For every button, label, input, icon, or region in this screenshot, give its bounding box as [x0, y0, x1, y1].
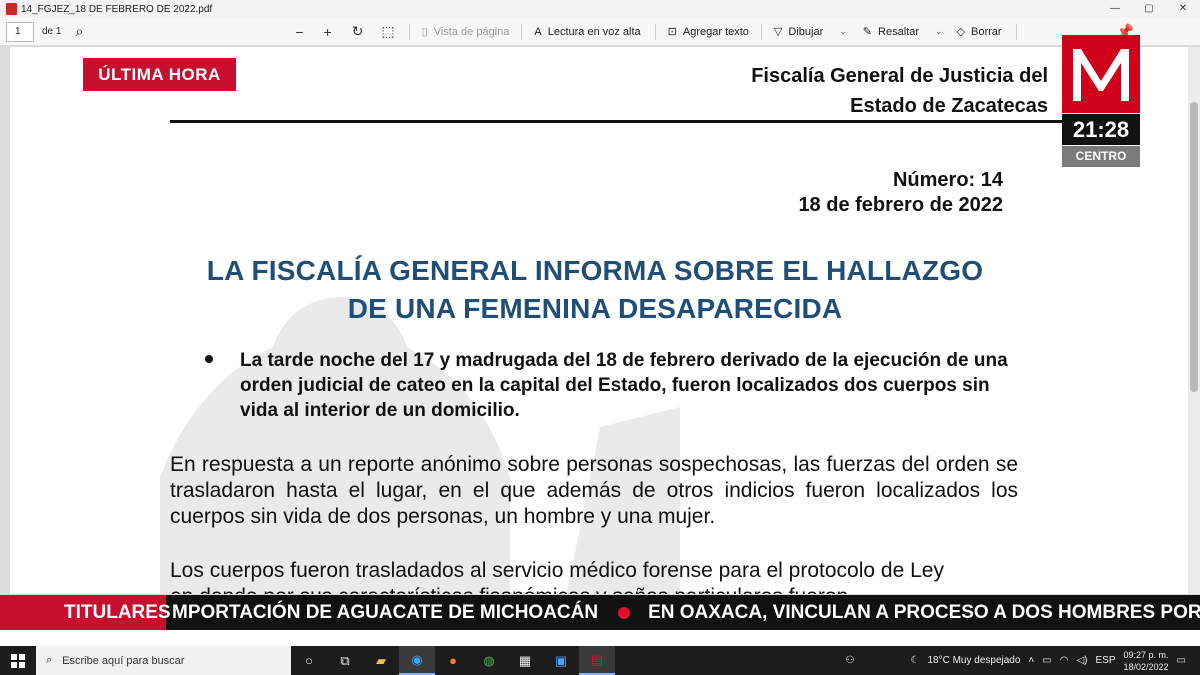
page-view-icon: ▯: [421, 26, 428, 38]
page-total-label: de 1: [42, 26, 62, 37]
task-view-icon[interactable]: ⧉: [327, 646, 363, 675]
window-titlebar: 14_FGJEZ_18 DE FEBRERO DE 2022.pdf — ▢ ✕: [0, 0, 1200, 18]
pdf-page: Fiscalía General de Justicia del Estado …: [10, 47, 1188, 594]
channel-logo: [1062, 35, 1140, 113]
taskbar-clock[interactable]: 09:27 p. m. 18/02/2022: [1124, 649, 1169, 673]
highlight-icon: ✎: [862, 26, 873, 38]
screen: 14_FGJEZ_18 DE FEBRERO DE 2022.pdf — ▢ ✕…: [0, 0, 1200, 675]
toolbar-separator: [408, 23, 410, 40]
file-explorer-icon[interactable]: ▰: [363, 646, 399, 675]
ticker-label: TITULARES: [0, 595, 171, 630]
window-controls: — ▢ ✕: [1098, 0, 1200, 18]
system-tray: ⚇ ☾ 18°C Muy despejado ˄ ▭ ◠ ◁) ESP 09:2…: [846, 646, 1200, 675]
organization-line-1: Fiscalía General de Justicia del: [751, 65, 1048, 87]
broadcast-time-zone: CENTRO: [1062, 146, 1140, 167]
toolbar-separator: [521, 23, 523, 40]
search-icon: ⌕: [46, 654, 53, 666]
paragraph-2-line-2: en donde por sus características fisonóm…: [170, 584, 1018, 594]
organization-line-2: Estado de Zacatecas: [850, 95, 1048, 117]
pdf-toolbar: 1 de 1 ⌕ − + ↻ ⬚ ▯ Vista de página A Lec…: [0, 18, 1200, 46]
bullet-text: La tarde noche del 17 y madrugada del 18…: [240, 350, 1008, 421]
close-icon[interactable]: ✕: [1166, 0, 1200, 18]
highlight-label: Resaltar: [878, 25, 919, 38]
bulletin-number: Número: 14: [892, 169, 1003, 191]
draw-label: Dibujar: [788, 25, 824, 38]
taskbar-date: 18/02/2022: [1123, 661, 1169, 672]
headline-line-1: LA FISCALÍA GENERAL INFORMA SOBRE EL HAL…: [206, 255, 984, 286]
start-button[interactable]: [0, 646, 36, 675]
read-aloud-label: Lectura en voz alta: [547, 25, 641, 38]
pdf-reader-icon[interactable]: ▤: [579, 646, 615, 675]
read-aloud-button[interactable]: A Lectura en voz alta: [534, 26, 640, 38]
photos-icon[interactable]: ▣: [543, 646, 579, 675]
zoom-out-icon[interactable]: −: [295, 24, 303, 40]
cortana-icon[interactable]: ○: [291, 646, 327, 675]
notifications-icon[interactable]: ▭: [1177, 655, 1186, 666]
people-icon[interactable]: ⚇: [846, 655, 855, 666]
toolbar-separator: [760, 23, 762, 40]
broadcast-clock: 21:28: [1062, 114, 1140, 145]
vertical-scrollbar[interactable]: [1188, 47, 1200, 594]
volume-icon[interactable]: ◁): [1076, 655, 1087, 666]
press-app-icon[interactable]: ▦: [507, 646, 543, 675]
add-text-icon: ⊡: [667, 26, 677, 38]
taskbar-search-box[interactable]: ⌕ Escribe aquí para buscar: [36, 646, 291, 675]
page-view-button[interactable]: ▯ Vista de página: [421, 25, 510, 39]
chevron-up-icon[interactable]: ˄: [1028, 655, 1034, 666]
add-text-label: Agregar texto: [682, 25, 749, 38]
highlight-button[interactable]: ✎ Resaltar ⌄: [862, 25, 943, 39]
paragraph-2-line-1: Los cuerpos fueron trasladados al servic…: [170, 559, 944, 582]
windows-logo-icon: [11, 653, 25, 668]
chrome-icon[interactable]: ◍: [471, 646, 507, 675]
chevron-down-icon[interactable]: ⌄: [935, 26, 943, 37]
breaking-news-badge: ÚLTIMA HORA: [83, 58, 236, 91]
ticker-headline: MPORTACIÓN DE AGUACATE DE MICHOACÁN: [172, 601, 599, 623]
pdf-file-icon: [6, 3, 17, 15]
bullet-marker: [205, 355, 213, 363]
maximize-icon[interactable]: ▢: [1132, 0, 1166, 18]
page-view-label: Vista de página: [433, 25, 510, 38]
weather-text[interactable]: 18°C Muy despejado: [927, 655, 1020, 666]
headline-line-2: DE UNA FEMENINA DESAPARECIDA: [347, 293, 843, 324]
firefox-icon[interactable]: ●: [435, 646, 471, 675]
input-language[interactable]: ESP: [1095, 655, 1115, 666]
window-title: 14_FGJEZ_18 DE FEBRERO DE 2022.pdf: [21, 3, 213, 15]
network-icon[interactable]: ▭: [1042, 655, 1051, 666]
fit-page-icon[interactable]: ⬚: [381, 23, 394, 40]
ticker-headline: EN OAXACA, VINCULAN A PROCESO A DOS HOMB…: [648, 601, 1200, 623]
weather-icon[interactable]: ☾: [911, 655, 920, 666]
search-icon[interactable]: ⌕: [75, 23, 83, 40]
scrollbar-thumb[interactable]: [1190, 102, 1198, 392]
bulletin-date: 18 de febrero de 2022: [798, 194, 1003, 216]
minimize-icon[interactable]: —: [1098, 0, 1132, 18]
toolbar-separator: [1015, 23, 1017, 40]
edge-browser-icon[interactable]: ◉: [399, 646, 435, 675]
windows-taskbar: ⌕ Escribe aquí para buscar ○ ⧉ ▰ ◉ ● ◍ ▦…: [0, 646, 1200, 675]
rotate-icon[interactable]: ↻: [352, 23, 364, 40]
zoom-in-icon[interactable]: +: [324, 24, 332, 40]
header-rule: [170, 120, 1070, 123]
taskbar-time: 09:27 p. m.: [1123, 649, 1169, 660]
erase-label: Borrar: [971, 25, 1002, 38]
page-number-input[interactable]: 1: [6, 21, 34, 42]
eraser-icon: ◇: [956, 26, 965, 38]
read-aloud-icon: A: [534, 25, 542, 38]
search-placeholder: Escribe aquí para buscar: [62, 654, 185, 667]
document-overflow-strip: [0, 630, 1200, 646]
add-text-button[interactable]: ⊡ Agregar texto: [667, 25, 749, 39]
ticker-separator-dot: [618, 606, 631, 619]
news-ticker: TITULARES MPORTACIÓN DE AGUACATE DE MICH…: [0, 595, 1200, 630]
document-viewport[interactable]: Fiscalía General de Justicia del Estado …: [0, 47, 1200, 594]
draw-button[interactable]: ▽ Dibujar ⌄: [773, 25, 847, 39]
paragraph-1: En respuesta a un reporte anónimo sobre …: [170, 453, 1018, 528]
toolbar-separator: [654, 23, 656, 40]
milenio-m-icon: [1073, 49, 1129, 101]
chevron-down-icon[interactable]: ⌄: [839, 26, 847, 37]
wifi-icon[interactable]: ◠: [1060, 655, 1069, 666]
draw-icon: ▽: [773, 26, 783, 38]
erase-button[interactable]: ◇ Borrar: [956, 25, 1002, 39]
